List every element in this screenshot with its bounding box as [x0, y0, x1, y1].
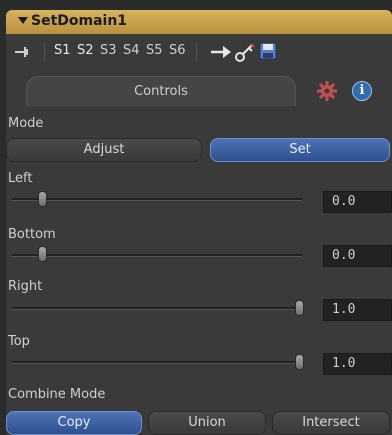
combine-union-button[interactable]: Union — [148, 411, 266, 435]
right-slider-handle[interactable] — [295, 300, 304, 316]
scene-s5-button[interactable]: S5 — [146, 43, 163, 58]
right-slider-track[interactable] — [12, 307, 302, 310]
collapse-arrow-icon[interactable] — [18, 17, 28, 24]
left-slider-track[interactable] — [12, 198, 302, 201]
top-label: Top — [8, 334, 30, 349]
toolbar-separator — [44, 42, 45, 62]
toolbar-separator — [196, 42, 197, 62]
mode-label: Mode — [8, 116, 44, 131]
left-label: Left — [8, 171, 33, 186]
node-title: SetDomain1 — [31, 13, 128, 29]
toolbar: S1 S2 S3 S4 S5 S6 — [6, 34, 392, 70]
key-icon[interactable] — [234, 42, 256, 64]
right-label: Right — [8, 279, 43, 294]
top-slider-handle[interactable] — [295, 354, 304, 370]
top-slider-track[interactable] — [12, 361, 302, 364]
scene-s2-button[interactable]: S2 — [77, 43, 94, 58]
tab-controls[interactable]: Controls — [26, 76, 296, 106]
scene-s1-button[interactable]: S1 — [54, 43, 71, 58]
save-icon[interactable] — [259, 42, 277, 60]
left-slider-handle[interactable] — [38, 191, 47, 207]
right-value-field[interactable]: 1.0 — [323, 299, 392, 321]
gear-icon[interactable] — [316, 80, 338, 102]
mode-set-button[interactable]: Set — [210, 138, 390, 162]
pin-icon[interactable] — [14, 44, 32, 60]
scene-s6-button[interactable]: S6 — [169, 43, 186, 58]
left-value-field[interactable]: 0.0 — [323, 191, 392, 213]
combine-copy-button[interactable]: Copy — [6, 411, 142, 435]
inspector-panel: S1 S2 S3 S4 S5 S6 Controls i Mode Adjust… — [6, 34, 392, 435]
bottom-slider-track[interactable] — [12, 254, 302, 257]
scene-s4-button[interactable]: S4 — [123, 43, 140, 58]
scene-s3-button[interactable]: S3 — [100, 43, 117, 58]
bottom-slider-handle[interactable] — [38, 246, 47, 262]
mode-adjust-button[interactable]: Adjust — [6, 138, 202, 162]
bottom-label: Bottom — [8, 227, 56, 242]
combine-mode-label: Combine Mode — [8, 387, 106, 402]
bottom-value-field[interactable]: 0.0 — [323, 245, 392, 267]
combine-intersect-button[interactable]: Intersect — [272, 411, 390, 435]
info-icon[interactable]: i — [352, 81, 372, 101]
tab-strip: Controls i — [6, 76, 392, 106]
top-value-field[interactable]: 1.0 — [323, 353, 392, 375]
pin-arrow-icon[interactable] — [209, 42, 233, 62]
node-title-bar[interactable]: SetDomain1 — [6, 10, 392, 34]
